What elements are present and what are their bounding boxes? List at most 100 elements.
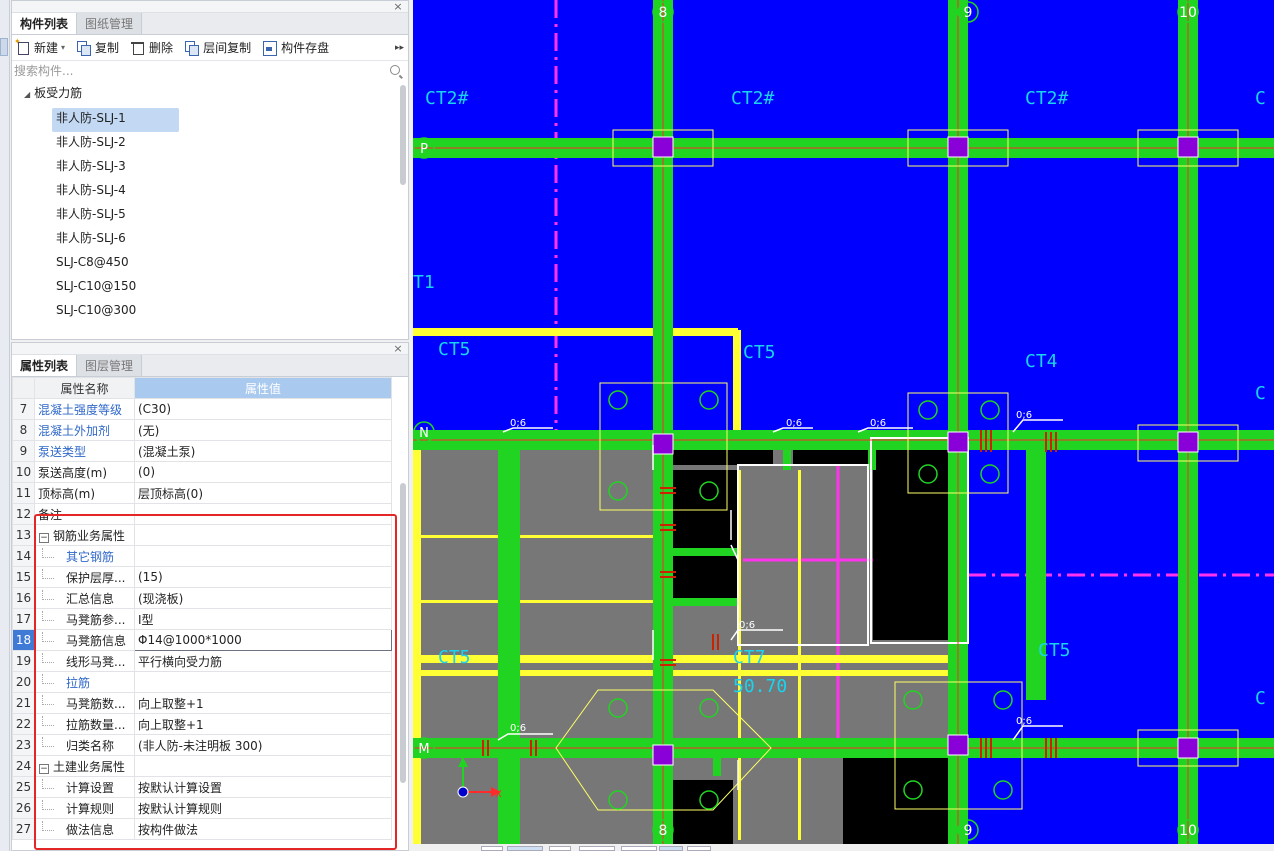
tree-connector <box>42 652 54 663</box>
expand-icon[interactable]: ◢ <box>24 87 30 103</box>
property-value-editor[interactable]: Φ14@1000*1000 <box>134 629 392 651</box>
component-item[interactable]: 非人防-SLJ-1 <box>52 108 179 132</box>
property-row[interactable]: 13− 钢筋业务属性 <box>12 524 392 546</box>
bottom-tool-button[interactable] <box>579 846 615 851</box>
wall <box>418 600 658 603</box>
property-value[interactable]: (C30) <box>134 398 392 420</box>
tree-root-node[interactable]: ◢ 板受力筋 <box>24 85 82 103</box>
property-scrollbar[interactable] <box>400 483 406 783</box>
row-number: 15 <box>12 566 35 588</box>
property-value[interactable] <box>134 503 392 525</box>
property-list-panel: × 属性列表 图层管理 属性名称 属性值 7 混凝土强度等级 (C30) 8 混凝土外加… <box>11 342 409 851</box>
copy-label: 复制 <box>95 41 120 55</box>
property-value[interactable] <box>134 545 392 567</box>
property-row[interactable]: 26 计算规则 按默认计算规则 <box>12 797 392 819</box>
property-value[interactable] <box>134 671 392 693</box>
property-value[interactable] <box>134 755 392 777</box>
property-row[interactable]: 24− 土建业务属性 <box>12 755 392 777</box>
component-item[interactable]: 非人防-SLJ-4 <box>52 180 179 204</box>
property-value[interactable]: Ⅰ型 <box>134 608 392 630</box>
property-value[interactable]: 层顶标高(0) <box>134 482 392 504</box>
property-name[interactable]: 混凝土强度等级 <box>34 398 135 420</box>
property-value[interactable]: 平行横向受力筋 <box>134 650 392 672</box>
property-value[interactable]: 向上取整+1 <box>134 692 392 714</box>
collapse-icon[interactable]: − <box>39 763 49 774</box>
property-row[interactable]: 8 混凝土外加剂 (无) <box>12 419 392 441</box>
tab-drawing-management[interactable]: 图纸管理 <box>77 13 143 34</box>
property-row[interactable]: 23 归类名称 (非人防-未注明板 300) <box>12 734 392 756</box>
tree-connector <box>42 547 54 558</box>
close-icon[interactable]: × <box>391 1 405 13</box>
property-row[interactable]: 14 其它钢筋 <box>12 545 392 567</box>
bottom-tool-button[interactable] <box>507 846 543 851</box>
property-row[interactable]: 12 备注 <box>12 503 392 525</box>
property-row[interactable]: 10 泵送高度(m) (0) <box>12 461 392 483</box>
component-item[interactable]: SLJ-C10@300 <box>52 300 179 324</box>
bottom-tool-button[interactable] <box>481 846 503 851</box>
property-value[interactable] <box>134 524 392 546</box>
property-row[interactable]: 20 拉筋 <box>12 671 392 693</box>
tree-scrollbar[interactable] <box>400 85 406 185</box>
component-item[interactable]: 非人防-SLJ-6 <box>52 228 179 252</box>
component-item[interactable]: SLJ-C12@150 <box>52 324 179 329</box>
property-row[interactable]: 7 混凝土强度等级 (C30) <box>12 398 392 420</box>
cad-drawing[interactable]: 8 9 10 8 9 10 P N M CT2# CT2# CT2# CT5 C… <box>413 0 1274 844</box>
component-item[interactable]: SLJ-C8@450 <box>52 252 179 276</box>
component-item[interactable]: 非人防-SLJ-5 <box>52 204 179 228</box>
property-name[interactable]: 拉筋 <box>34 671 135 693</box>
property-name: 保护层厚... <box>34 566 135 588</box>
property-row[interactable]: 19 线形马凳... 平行横向受力筋 <box>12 650 392 672</box>
property-row[interactable]: 9 泵送类型 (混凝土泵) <box>12 440 392 462</box>
property-value[interactable]: (无) <box>134 419 392 441</box>
component-item[interactable]: SLJ-C10@150 <box>52 276 179 300</box>
property-row[interactable]: 21 马凳筋数... 向上取整+1 <box>12 692 392 714</box>
row-number: 8 <box>12 419 35 441</box>
bottom-tool-button[interactable] <box>621 846 657 851</box>
search-icon[interactable] <box>390 65 400 75</box>
component-item[interactable]: 非人防-SLJ-3 <box>52 156 179 180</box>
property-value[interactable]: 按默认计算设置 <box>134 776 392 798</box>
tab-property-list[interactable]: 属性列表 <box>12 355 78 376</box>
property-value[interactable]: (0) <box>134 461 392 483</box>
property-value[interactable]: (15) <box>134 566 392 588</box>
new-button[interactable]: 新建 ▾ <box>14 37 65 56</box>
cad-canvas[interactable]: 8 9 10 8 9 10 P N M CT2# CT2# CT2# CT5 C… <box>413 0 1274 844</box>
chevron-down-icon[interactable]: ▾ <box>61 43 65 52</box>
tab-component-list[interactable]: 构件列表 <box>12 13 78 34</box>
property-row[interactable]: 27 做法信息 按构件做法 <box>12 818 392 840</box>
bottom-tool-button[interactable] <box>659 846 683 851</box>
property-value[interactable]: (混凝土泵) <box>134 440 392 462</box>
property-row[interactable]: 18 马凳筋信息 Φ14@1000*1000 <box>12 629 392 651</box>
property-value[interactable]: (现浇板) <box>134 587 392 609</box>
save-component-button[interactable]: 构件存盘 <box>263 39 329 56</box>
more-icon[interactable]: ▸▸ <box>395 43 404 53</box>
property-row[interactable]: 22 拉筋数量... 向上取整+1 <box>12 713 392 735</box>
delete-button[interactable]: 删除 <box>131 39 173 56</box>
floor-copy-button[interactable]: 层间复制 <box>185 39 251 56</box>
dock-handle[interactable] <box>0 38 8 56</box>
property-value[interactable]: 按构件做法 <box>134 818 392 840</box>
property-name[interactable]: 泵送类型 <box>34 440 135 462</box>
search-input[interactable] <box>12 61 408 81</box>
property-name-text: 马凳筋参... <box>66 612 126 627</box>
property-name-text: 混凝土强度等级 <box>38 402 123 417</box>
property-value[interactable]: (非人防-未注明板 300) <box>134 734 392 756</box>
property-row[interactable]: 15 保护层厚... (15) <box>12 566 392 588</box>
collapse-icon[interactable]: − <box>39 532 49 543</box>
property-value[interactable]: 向上取整+1 <box>134 713 392 735</box>
property-row[interactable]: 11 顶标高(m) 层顶标高(0) <box>12 482 392 504</box>
bottom-tool-button[interactable] <box>687 846 711 851</box>
cap-label: C <box>1255 688 1266 709</box>
property-name[interactable]: 混凝土外加剂 <box>34 419 135 441</box>
property-row[interactable]: 25 计算设置 按默认计算设置 <box>12 776 392 798</box>
component-item[interactable]: 非人防-SLJ-2 <box>52 132 179 156</box>
property-name[interactable]: 其它钢筋 <box>34 545 135 567</box>
property-name-text: 线形马凳... <box>66 654 126 669</box>
property-row[interactable]: 16 汇总信息 (现浇板) <box>12 587 392 609</box>
property-value[interactable]: 按默认计算规则 <box>134 797 392 819</box>
bottom-tool-button[interactable] <box>549 846 571 851</box>
tab-layer-management[interactable]: 图层管理 <box>77 355 143 376</box>
copy-button[interactable]: 复制 <box>77 39 119 56</box>
close-icon[interactable]: × <box>391 343 405 355</box>
property-row[interactable]: 17 马凳筋参... Ⅰ型 <box>12 608 392 630</box>
